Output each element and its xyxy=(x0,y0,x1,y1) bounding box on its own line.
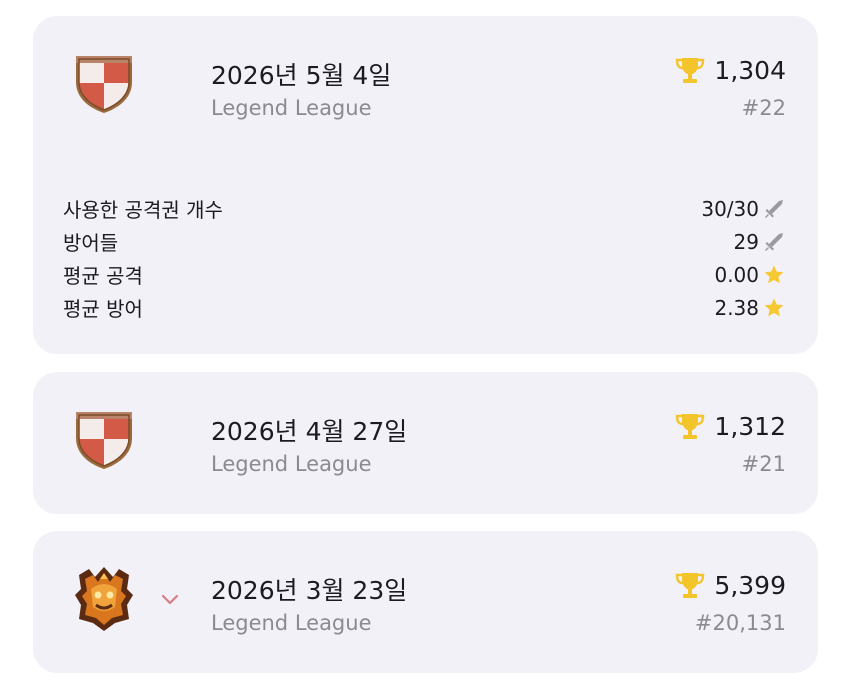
trophy-count: 5,399 xyxy=(674,569,786,601)
season-date: 2026년 3월 23일 xyxy=(211,576,408,605)
stat-value: 30/30 xyxy=(701,196,759,221)
stat-label: 평균 방어 xyxy=(63,297,143,321)
shield-badge-icon xyxy=(71,50,137,116)
stat-label: 평균 공격 xyxy=(63,264,143,288)
chevron-down-icon[interactable] xyxy=(159,591,181,607)
stat-label: 방어들 xyxy=(63,231,119,255)
trophy-value: 1,312 xyxy=(714,411,786,441)
stat-value: 2.38 xyxy=(714,295,759,320)
trophy-icon xyxy=(674,54,706,86)
stat-value: 0.00 xyxy=(714,262,759,287)
trophy-count: 1,312 xyxy=(674,410,786,442)
stat-label: 사용한 공격권 개수 xyxy=(63,198,223,222)
season-card[interactable]: 2026년 3월 23일 Legend League 5,399 #20,131 xyxy=(33,531,818,673)
rank-label: #20,131 xyxy=(694,611,786,635)
stat-row-avg-defense: 평균 방어 2.38 xyxy=(63,291,785,324)
star-icon xyxy=(763,297,785,319)
trophy-count: 1,304 xyxy=(674,54,786,86)
league-name: Legend League xyxy=(211,452,372,476)
trophy-icon xyxy=(674,410,706,442)
star-icon xyxy=(763,264,785,286)
season-card[interactable]: 2026년 5월 4일 Legend League 1,304 #22 사용한 … xyxy=(33,16,818,354)
rank-label: #21 xyxy=(741,452,786,476)
trophy-value: 5,399 xyxy=(714,570,786,600)
league-name: Legend League xyxy=(211,96,372,120)
sword-icon xyxy=(763,198,785,220)
stat-row-avg-attack: 평균 공격 0.00 xyxy=(63,258,785,291)
stat-value: 29 xyxy=(733,229,759,254)
rank-label: #22 xyxy=(741,96,786,120)
trophy-icon xyxy=(674,569,706,601)
stat-row-defenses: 방어들 29 xyxy=(63,225,785,258)
league-name: Legend League xyxy=(211,611,372,635)
trophy-value: 1,304 xyxy=(714,55,786,85)
season-stats: 사용한 공격권 개수 30/30 방어들 29 평균 공격 0.00 평균 방어… xyxy=(63,192,785,324)
legend-league-badge-icon xyxy=(71,565,137,631)
sword-icon xyxy=(763,231,785,253)
stat-row-attacks-used: 사용한 공격권 개수 30/30 xyxy=(63,192,785,225)
season-card[interactable]: 2026년 4월 27일 Legend League 1,312 #21 xyxy=(33,372,818,514)
shield-badge-icon xyxy=(71,406,137,472)
season-date: 2026년 5월 4일 xyxy=(211,61,392,90)
season-date: 2026년 4월 27일 xyxy=(211,417,408,446)
